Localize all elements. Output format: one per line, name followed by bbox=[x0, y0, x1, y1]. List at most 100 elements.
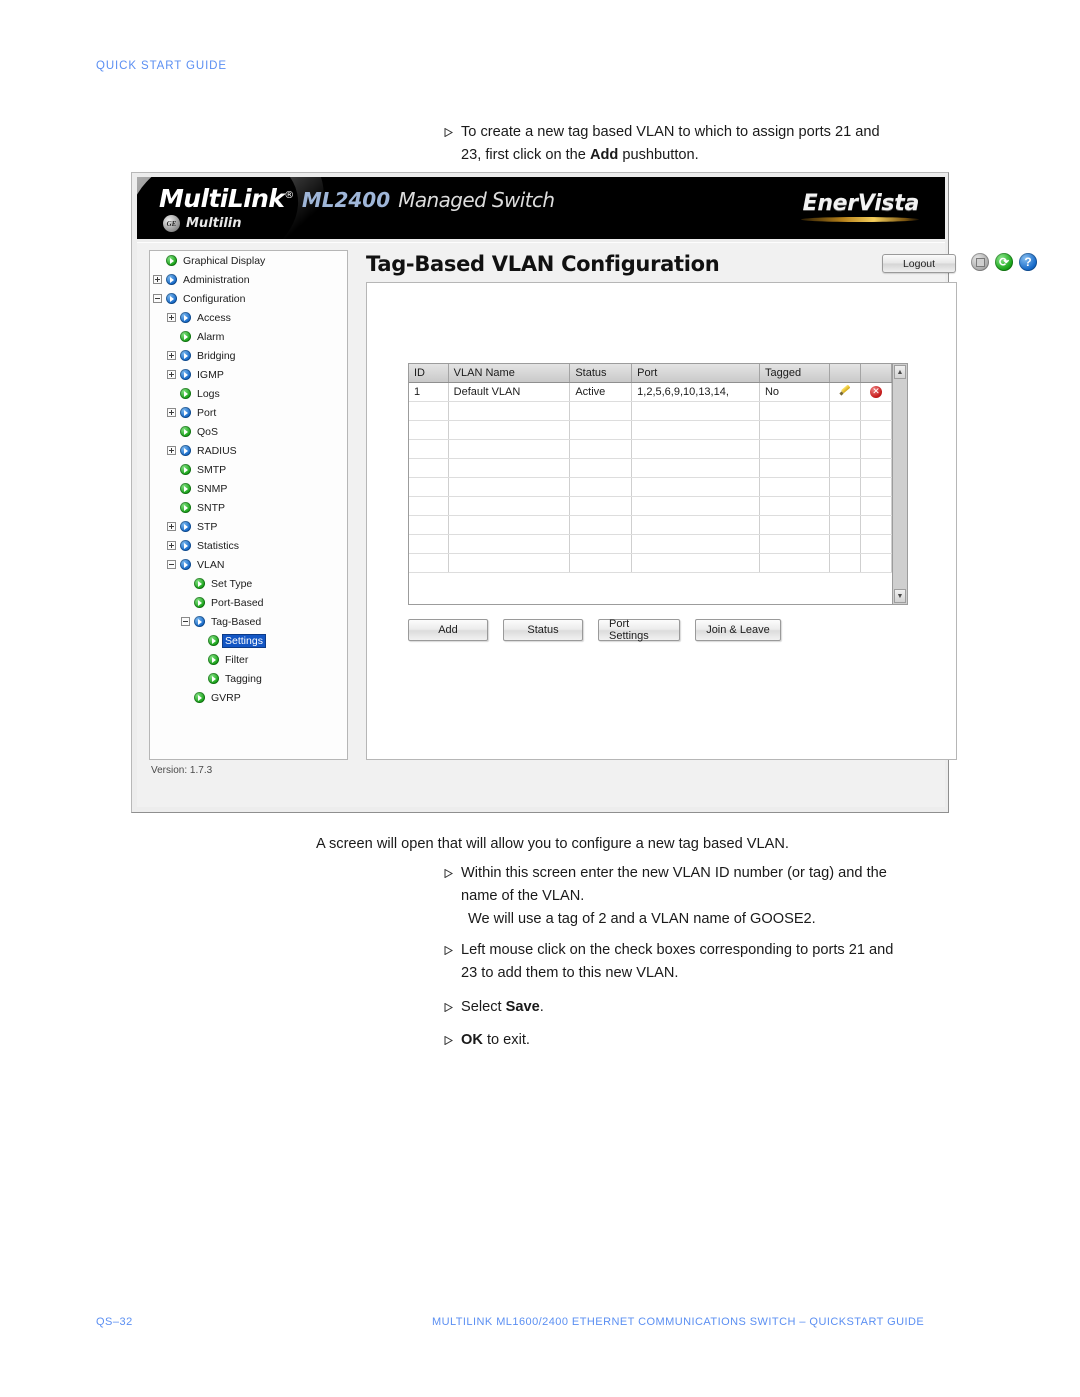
bullet-triangle-icon bbox=[444, 996, 461, 1012]
refresh-icon[interactable]: ⟳ bbox=[995, 253, 1013, 271]
tree-item-vlan[interactable]: VLAN bbox=[150, 555, 347, 574]
tree-item-bridging[interactable]: Bridging bbox=[150, 346, 347, 365]
tree-item-logs[interactable]: Logs bbox=[150, 384, 347, 403]
tree-item-stp[interactable]: STP bbox=[150, 517, 347, 536]
table-empty-cell bbox=[759, 534, 831, 554]
instruction-block-top: To create a new tag based VLAN to which … bbox=[444, 121, 964, 167]
tree-item-statistics[interactable]: Statistics bbox=[150, 536, 347, 555]
tree-item-label: Statistics bbox=[197, 539, 240, 552]
instruction-mid-line1: Within this screen enter the new VLAN ID… bbox=[461, 865, 887, 881]
tree-item-smtp[interactable]: SMTP bbox=[150, 460, 347, 479]
instruction-mid-note: We will use a tag of 2 and a VLAN name o… bbox=[468, 911, 816, 927]
collapse-minus-icon[interactable] bbox=[153, 294, 162, 303]
instruction-save-bold: Save bbox=[505, 999, 540, 1015]
blue-node-icon bbox=[180, 312, 191, 323]
expand-plus-icon[interactable] bbox=[167, 370, 176, 379]
table-empty-cell bbox=[759, 401, 831, 421]
tree-item-configuration[interactable]: Configuration bbox=[150, 289, 347, 308]
table-empty-cell bbox=[448, 439, 571, 459]
table-empty-cell bbox=[409, 458, 449, 478]
tree-item-sntp[interactable]: SNTP bbox=[150, 498, 347, 517]
expand-plus-icon[interactable] bbox=[167, 446, 176, 455]
tree-item-igmp[interactable]: IGMP bbox=[150, 365, 347, 384]
tree-item-qos[interactable]: QoS bbox=[150, 422, 347, 441]
blue-node-icon bbox=[194, 616, 205, 627]
delete-circle-icon[interactable]: ✕ bbox=[870, 386, 882, 398]
tree-item-label: Filter bbox=[225, 653, 249, 666]
bullet-triangle-icon bbox=[444, 121, 461, 137]
table-cell-edit[interactable] bbox=[829, 382, 861, 402]
blue-node-icon bbox=[180, 369, 191, 380]
tree-item-tagging[interactable]: Tagging bbox=[150, 669, 347, 688]
table-empty-cell bbox=[860, 401, 892, 421]
table-vertical-scrollbar[interactable]: ▲ ▼ bbox=[893, 363, 908, 605]
blue-node-icon bbox=[166, 293, 177, 304]
table-empty-cell bbox=[829, 401, 861, 421]
green-node-icon bbox=[180, 483, 191, 494]
table-empty-row bbox=[409, 420, 892, 440]
table-row[interactable]: 1 Default VLAN Active 1,2,5,6,9,10,13,14, No… bbox=[409, 382, 892, 402]
scroll-down-arrow-icon[interactable]: ▼ bbox=[894, 589, 906, 603]
device-web-ui-screenshot: MultiLink® ML2400 Managed Switch GE Mult… bbox=[131, 172, 1037, 813]
tree-item-set-type[interactable]: Set Type bbox=[150, 574, 347, 593]
green-node-icon bbox=[208, 635, 219, 646]
expand-plus-icon[interactable] bbox=[167, 522, 176, 531]
table-cell-tagged: No bbox=[759, 382, 831, 402]
table-empty-cell bbox=[860, 439, 892, 459]
table-empty-cell bbox=[631, 496, 760, 516]
tree-item-filter[interactable]: Filter bbox=[150, 650, 347, 669]
table-empty-cell bbox=[860, 515, 892, 535]
table-cell-delete[interactable]: ✕ bbox=[860, 382, 892, 402]
table-empty-cell bbox=[569, 477, 633, 497]
expand-plus-icon[interactable] bbox=[167, 541, 176, 550]
table-empty-cell bbox=[409, 496, 449, 516]
device-model: ML2400 bbox=[301, 188, 391, 212]
tree-item-label: Tag-Based bbox=[211, 615, 262, 628]
vlan-table: ID VLAN Name Status Port Tagged 1 Default VLA… bbox=[409, 364, 892, 573]
help-icon[interactable]: ? bbox=[1019, 253, 1037, 271]
collapse-minus-icon[interactable] bbox=[167, 560, 176, 569]
join-and-leave-button[interactable]: Join & Leave bbox=[695, 619, 781, 641]
table-empty-cell bbox=[829, 420, 861, 440]
expand-plus-icon[interactable] bbox=[167, 408, 176, 417]
tree-item-label: STP bbox=[197, 520, 218, 533]
table-empty-cell bbox=[569, 420, 633, 440]
table-cell-port: 1,2,5,6,9,10,13,14, bbox=[631, 382, 760, 402]
navigation-tree-panel[interactable]: Graphical Display Administration Configura… bbox=[149, 250, 348, 760]
expand-plus-icon[interactable] bbox=[153, 275, 162, 284]
table-empty-cell bbox=[829, 496, 861, 516]
tree-item-radius[interactable]: RADIUS bbox=[150, 441, 347, 460]
table-empty-cell bbox=[409, 515, 449, 535]
save-disk-icon[interactable] bbox=[971, 253, 989, 271]
table-empty-cell bbox=[448, 458, 571, 478]
enervista-swoosh-decoration bbox=[801, 217, 919, 222]
tree-item-settings[interactable]: Settings bbox=[150, 631, 347, 650]
table-empty-cell bbox=[631, 439, 760, 459]
tree-item-graphical-display[interactable]: Graphical Display bbox=[150, 251, 347, 270]
port-settings-button[interactable]: Port Settings bbox=[598, 618, 680, 642]
tree-item-port-based[interactable]: Port-Based bbox=[150, 593, 347, 612]
tree-item-snmp[interactable]: SNMP bbox=[150, 479, 347, 498]
scroll-up-arrow-icon[interactable]: ▲ bbox=[894, 365, 906, 379]
tree-item-access[interactable]: Access bbox=[150, 308, 347, 327]
tree-item-tag-based[interactable]: Tag-Based bbox=[150, 612, 347, 631]
table-empty-cell bbox=[860, 553, 892, 573]
table-empty-cell bbox=[759, 515, 831, 535]
add-button[interactable]: Add bbox=[408, 619, 488, 641]
status-button[interactable]: Status bbox=[503, 619, 583, 641]
table-empty-cell bbox=[759, 458, 831, 478]
instruction-bottom-1-line2: 23 to add them to this new VLAN. bbox=[461, 965, 679, 981]
collapse-minus-icon[interactable] bbox=[181, 617, 190, 626]
pencil-edit-icon[interactable] bbox=[840, 385, 851, 396]
logout-button[interactable]: Logout bbox=[882, 254, 956, 273]
expand-plus-icon[interactable] bbox=[167, 351, 176, 360]
tree-item-alarm[interactable]: Alarm bbox=[150, 327, 347, 346]
expand-plus-icon[interactable] bbox=[167, 313, 176, 322]
table-empty-cell bbox=[448, 420, 571, 440]
tree-item-administration[interactable]: Administration bbox=[150, 270, 347, 289]
enervista-text: EnerVista bbox=[802, 191, 920, 216]
table-empty-cell bbox=[409, 401, 449, 421]
tree-item-port[interactable]: Port bbox=[150, 403, 347, 422]
table-empty-cell bbox=[569, 401, 633, 421]
tree-item-gvrp[interactable]: GVRP bbox=[150, 688, 347, 707]
